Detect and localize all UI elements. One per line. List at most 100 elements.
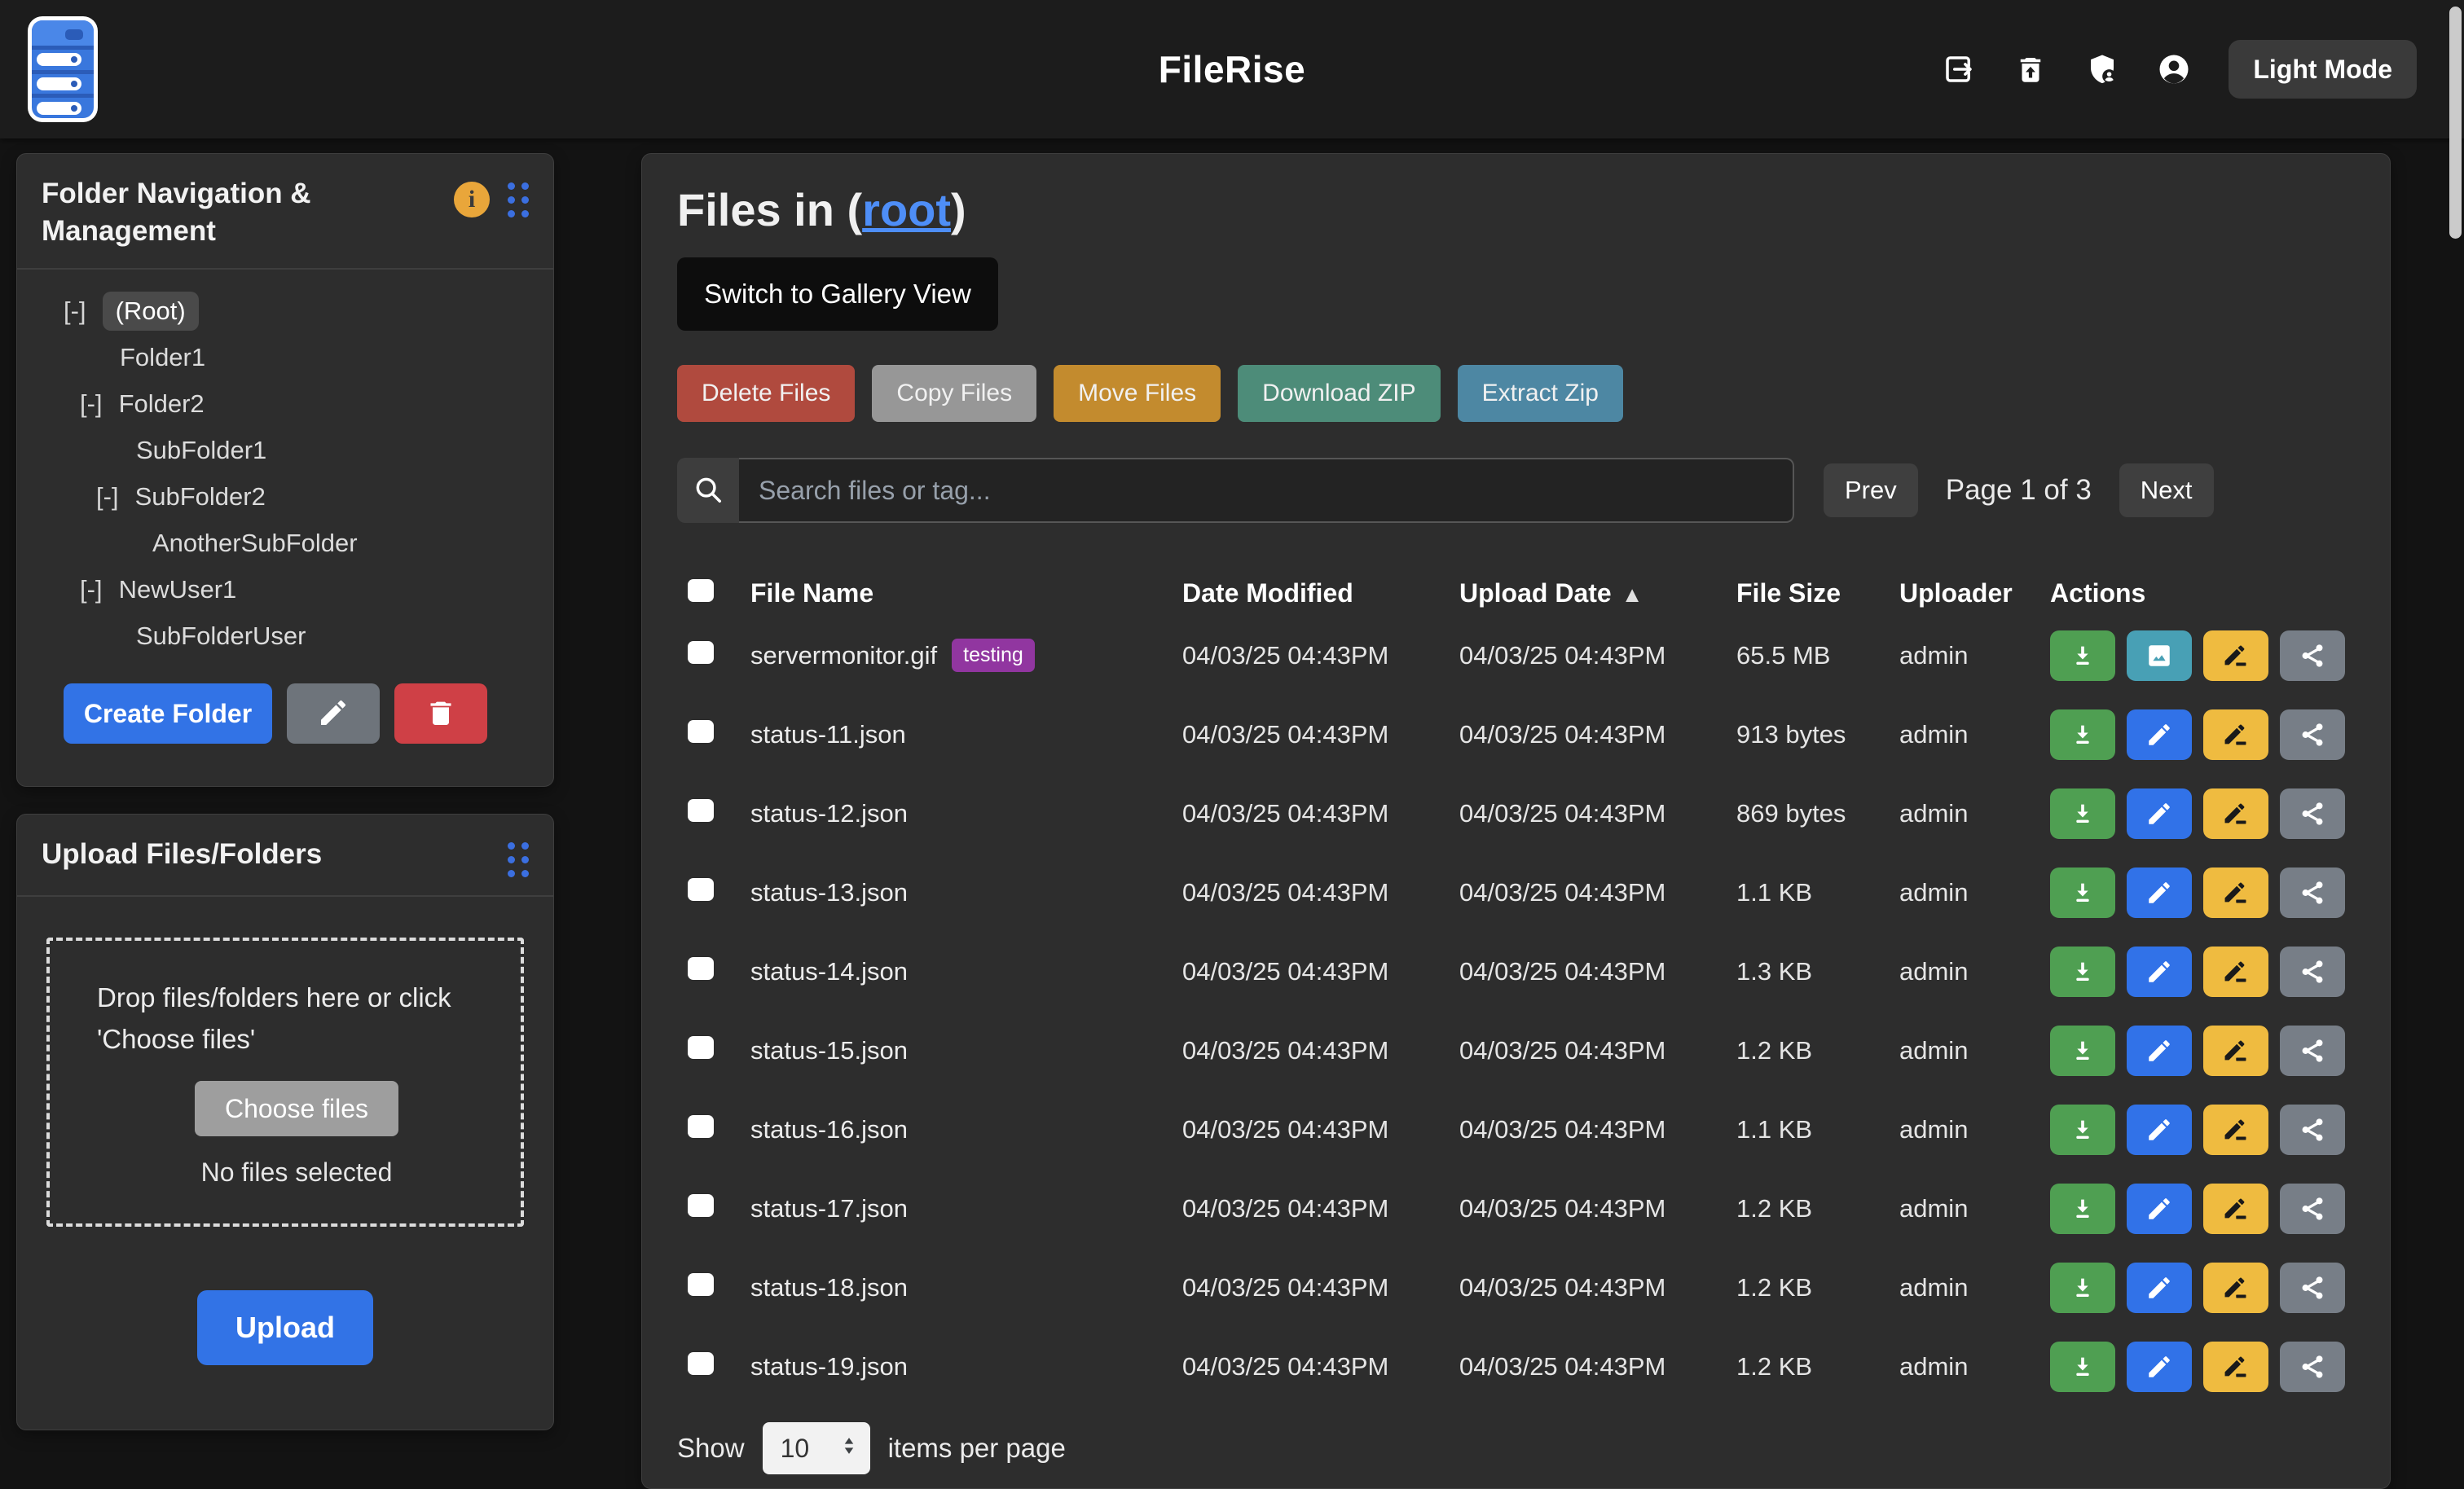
file-tag-badge[interactable]: testing [952,639,1035,672]
preview-image-button[interactable] [2127,630,2192,681]
rename-file-button[interactable] [2203,630,2268,681]
folder-tree-item[interactable]: [-]NewUser1 [17,566,553,613]
edit-file-button[interactable] [2127,788,2192,839]
column-header-upload-date[interactable]: Upload Date▲ [1459,578,1736,608]
account-icon[interactable] [2157,52,2191,86]
column-header-uploader[interactable]: Uploader [1899,578,2050,608]
column-header-file-size[interactable]: File Size [1736,578,1899,608]
rename-file-button[interactable] [2203,867,2268,918]
share-file-button[interactable] [2280,709,2345,760]
edit-file-button[interactable] [2127,1342,2192,1392]
folder-tree-item[interactable]: SubFolderUser [17,613,553,659]
rename-file-button[interactable] [2203,1342,2268,1392]
row-checkbox[interactable] [688,1352,714,1375]
folder-label[interactable]: AnotherSubFolder [152,529,358,558]
row-checkbox[interactable] [688,1115,714,1138]
edit-file-button[interactable] [2127,947,2192,997]
file-name-link[interactable]: status-13.json [750,878,908,907]
download-button[interactable] [2050,1105,2115,1155]
column-header-date-modified[interactable]: Date Modified [1182,578,1459,608]
rename-file-button[interactable] [2203,1105,2268,1155]
download-button[interactable] [2050,867,2115,918]
delete-folder-button[interactable] [394,683,487,744]
delete-files-button[interactable]: Delete Files [677,365,855,422]
download-button[interactable] [2050,947,2115,997]
trash-restore-icon[interactable] [2013,52,2048,86]
row-checkbox[interactable] [688,1036,714,1059]
file-dropzone[interactable]: Drop files/folders here or click 'Choose… [46,938,524,1227]
folder-label[interactable]: (Root) [103,292,199,331]
scrollbar-thumb[interactable] [2449,7,2462,239]
edit-file-button[interactable] [2127,1184,2192,1234]
download-zip-button[interactable]: Download ZIP [1238,365,1440,422]
file-name-link[interactable]: status-17.json [750,1194,908,1223]
download-button[interactable] [2050,630,2115,681]
file-name-link[interactable]: status-15.json [750,1036,908,1065]
row-checkbox[interactable] [688,1273,714,1296]
copy-files-button[interactable]: Copy Files [872,365,1036,422]
folder-tree-item[interactable]: Folder1 [17,334,553,380]
folder-label[interactable]: Folder1 [120,343,205,372]
row-checkbox[interactable] [688,799,714,822]
download-button[interactable] [2050,1026,2115,1076]
select-all-checkbox[interactable] [688,579,714,602]
column-header-file-name[interactable]: File Name [750,578,1182,608]
edit-file-button[interactable] [2127,1263,2192,1313]
folder-tree-item[interactable]: [-] Folder2 [17,380,553,427]
edit-file-button[interactable] [2127,709,2192,760]
rename-file-button[interactable] [2203,1026,2268,1076]
folder-tree-item[interactable]: AnotherSubFolder [17,520,553,566]
share-file-button[interactable] [2280,1184,2345,1234]
file-name-link[interactable]: status-19.json [750,1352,908,1381]
upload-button[interactable]: Upload [197,1290,373,1365]
row-checkbox[interactable] [688,720,714,743]
folder-tree-item[interactable]: [-] SubFolder2 [17,473,553,520]
row-checkbox[interactable] [688,1194,714,1217]
move-files-button[interactable]: Move Files [1054,365,1221,422]
file-name-link[interactable]: servermonitor.gif [750,641,937,670]
next-page-button[interactable]: Next [2119,463,2214,517]
create-folder-button[interactable]: Create Folder [64,683,272,744]
tree-toggle-control[interactable]: [-] [96,482,119,512]
drag-handle-icon[interactable] [508,182,529,217]
share-file-button[interactable] [2280,788,2345,839]
download-button[interactable] [2050,788,2115,839]
file-name-link[interactable]: status-18.json [750,1273,908,1302]
folder-tree-item[interactable]: SubFolder1 [17,427,553,473]
tree-toggle-control[interactable]: [-] [80,389,103,419]
folder-label[interactable]: SubFolder1 [136,436,266,465]
edit-file-button[interactable] [2127,867,2192,918]
folder-label[interactable]: SubFolder2 [135,482,266,512]
shield-user-icon[interactable] [2085,52,2119,86]
download-button[interactable] [2050,709,2115,760]
file-name-link[interactable]: status-14.json [750,957,908,986]
file-name-link[interactable]: status-11.json [750,720,906,749]
download-button[interactable] [2050,1184,2115,1234]
download-button[interactable] [2050,1342,2115,1392]
extract-zip-button[interactable]: Extract Zip [1458,365,1623,422]
switch-gallery-view-button[interactable]: Switch to Gallery View [677,257,998,331]
tree-toggle-control[interactable]: [-] [64,296,86,326]
row-checkbox[interactable] [688,957,714,980]
row-checkbox[interactable] [688,641,714,664]
logout-icon[interactable] [1942,52,1976,86]
share-file-button[interactable] [2280,1263,2345,1313]
items-per-page-select[interactable]: 10 [763,1422,870,1474]
share-file-button[interactable] [2280,1105,2345,1155]
folder-label[interactable]: NewUser1 [119,575,237,604]
search-input[interactable] [739,458,1794,523]
rename-file-button[interactable] [2203,1184,2268,1234]
edit-file-button[interactable] [2127,1105,2192,1155]
root-folder-link[interactable]: root [862,184,951,235]
prev-page-button[interactable]: Prev [1824,463,1918,517]
rename-file-button[interactable] [2203,709,2268,760]
rename-file-button[interactable] [2203,1263,2268,1313]
light-mode-button[interactable]: Light Mode [2229,40,2417,99]
folder-label[interactable]: Folder2 [119,389,205,419]
share-file-button[interactable] [2280,1342,2345,1392]
folder-tree-item[interactable]: [-] (Root) [17,288,553,334]
search-button[interactable] [677,458,739,523]
download-button[interactable] [2050,1263,2115,1313]
file-name-link[interactable]: status-16.json [750,1115,908,1144]
drag-handle-icon[interactable] [508,842,529,877]
